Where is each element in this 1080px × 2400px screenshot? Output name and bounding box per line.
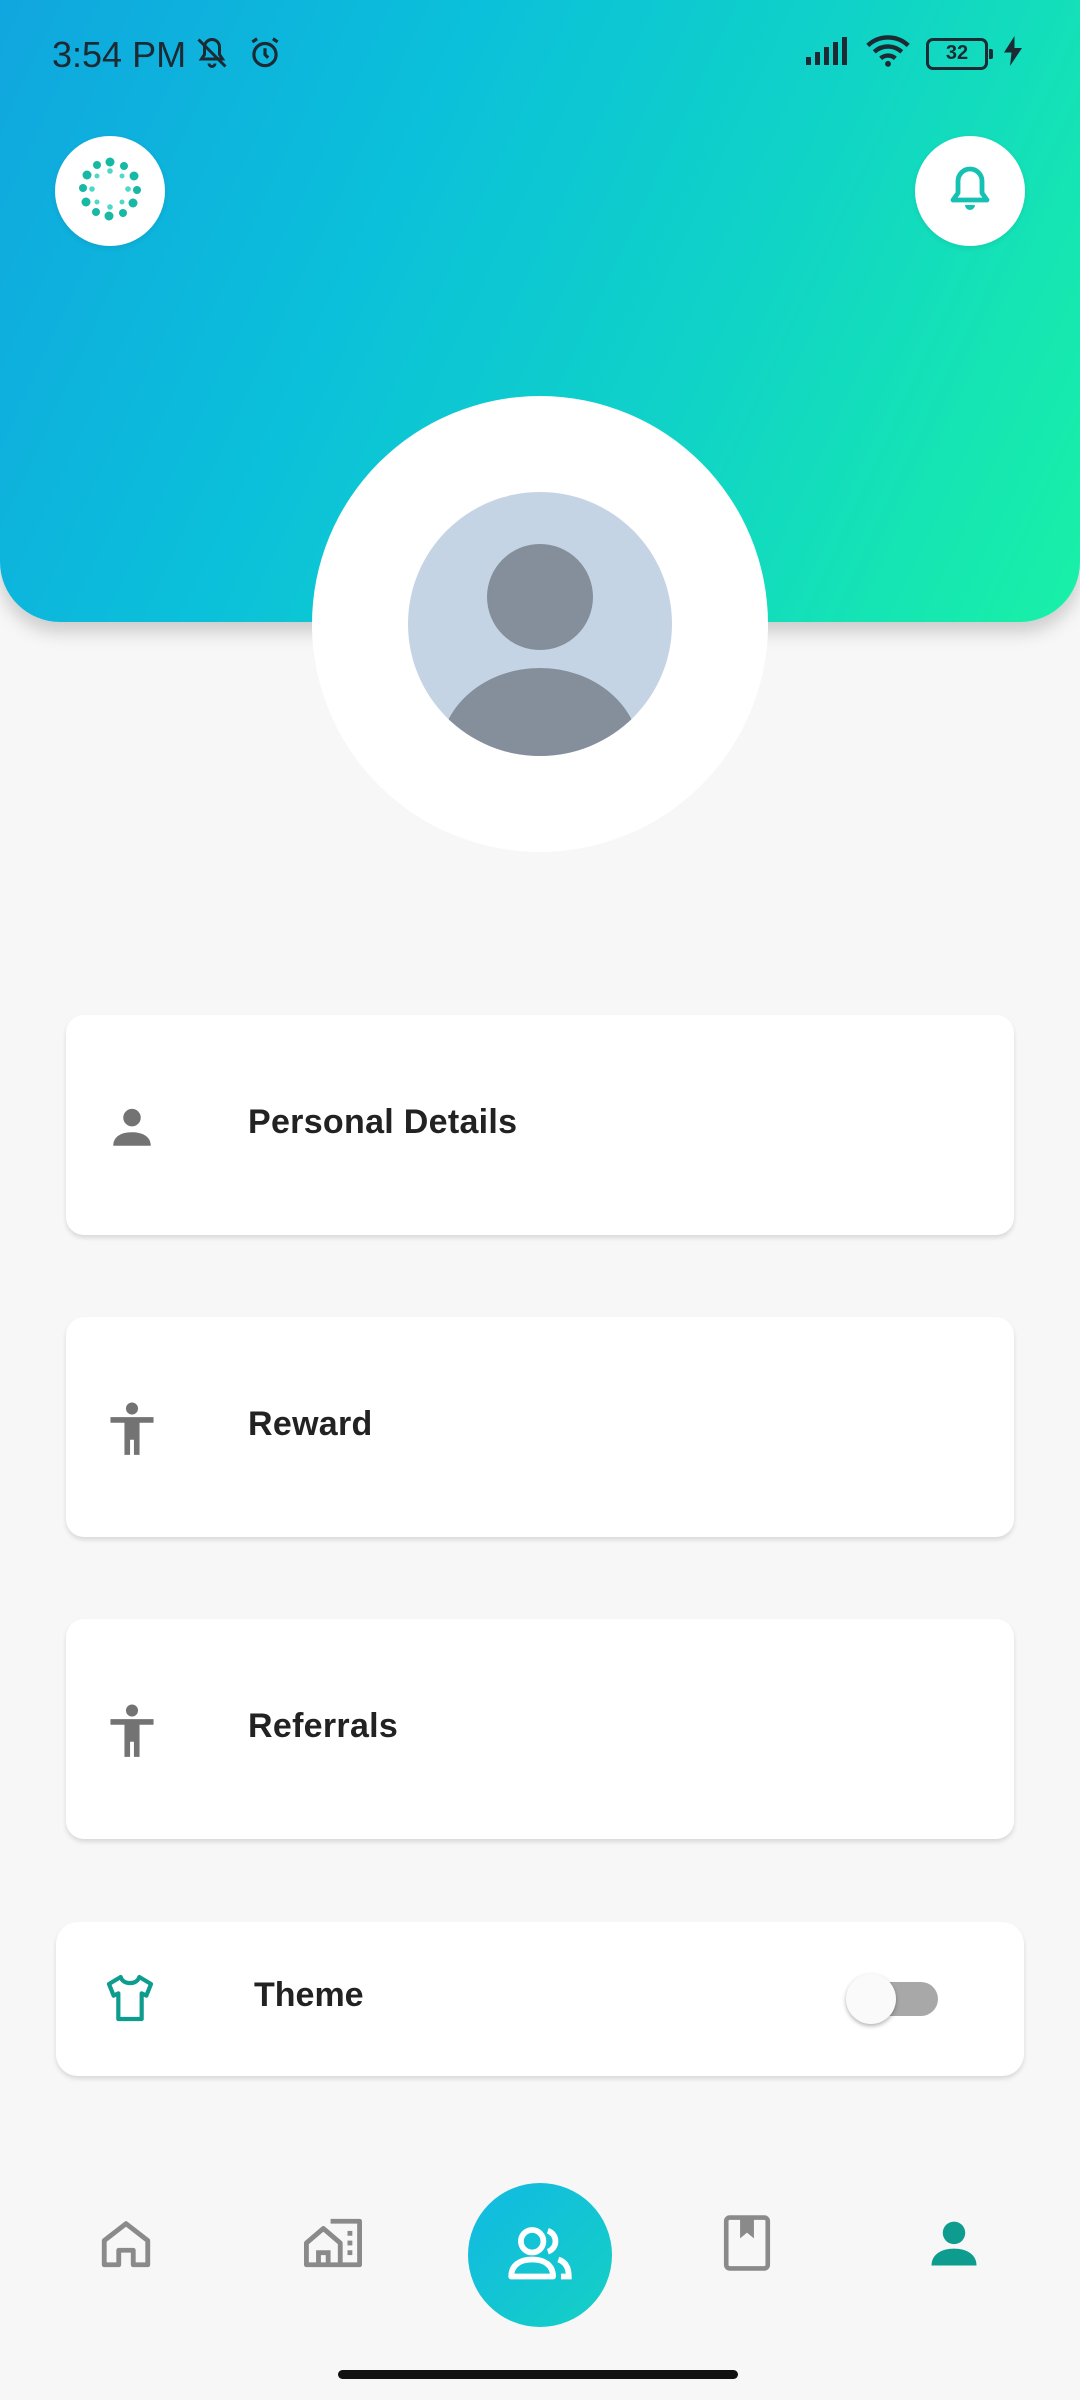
status-time: 3:54 PM bbox=[52, 34, 187, 75]
app-logo-icon bbox=[75, 154, 145, 229]
battery-icon: 32 bbox=[926, 37, 993, 70]
referrals-item[interactable]: Referrals bbox=[66, 1619, 1014, 1839]
shirt-icon bbox=[100, 1968, 160, 2028]
alarm-icon bbox=[246, 34, 284, 77]
theme-item: Theme bbox=[56, 1922, 1024, 2076]
accessibility-icon bbox=[102, 1399, 162, 1459]
charging-icon bbox=[1004, 36, 1022, 71]
personal-details-item[interactable]: Personal Details bbox=[66, 1015, 1014, 1235]
home-icon bbox=[97, 2214, 155, 2277]
bell-icon bbox=[946, 163, 994, 220]
reward-item[interactable]: Reward bbox=[66, 1317, 1014, 1537]
signal-icon bbox=[804, 35, 850, 72]
muted-bell-icon bbox=[194, 34, 230, 77]
referrals-label: Referrals bbox=[248, 1707, 399, 1745]
personal-details-label: Personal Details bbox=[248, 1103, 518, 1141]
reward-label: Reward bbox=[248, 1405, 373, 1443]
default-avatar-icon bbox=[408, 544, 672, 756]
battery-level: 32 bbox=[945, 42, 969, 64]
home-indicator[interactable] bbox=[338, 2370, 738, 2379]
nav-home[interactable] bbox=[81, 2200, 171, 2290]
nav-bookmarks[interactable] bbox=[702, 2200, 792, 2290]
avatar-frame[interactable] bbox=[312, 396, 768, 852]
app-logo-button[interactable] bbox=[55, 136, 165, 246]
theme-toggle-thumb bbox=[846, 1974, 896, 2024]
accessibility-icon bbox=[102, 1701, 162, 1761]
avatar bbox=[408, 492, 672, 756]
wifi-icon bbox=[866, 34, 910, 73]
nav-profile[interactable] bbox=[909, 2200, 999, 2290]
notifications-button[interactable] bbox=[915, 136, 1025, 246]
bottom-navigation bbox=[0, 2180, 1080, 2330]
people-icon bbox=[506, 2223, 574, 2288]
buildings-icon bbox=[301, 2214, 365, 2277]
nav-community[interactable] bbox=[468, 2183, 612, 2327]
person-icon bbox=[102, 1097, 162, 1157]
status-bar: 3:54 PM 32 bbox=[0, 0, 1080, 110]
theme-label: Theme bbox=[254, 1976, 364, 2014]
profile-icon bbox=[927, 2216, 981, 2275]
nav-properties[interactable] bbox=[288, 2200, 378, 2290]
book-icon bbox=[721, 2213, 773, 2278]
theme-toggle[interactable] bbox=[846, 1974, 946, 2024]
